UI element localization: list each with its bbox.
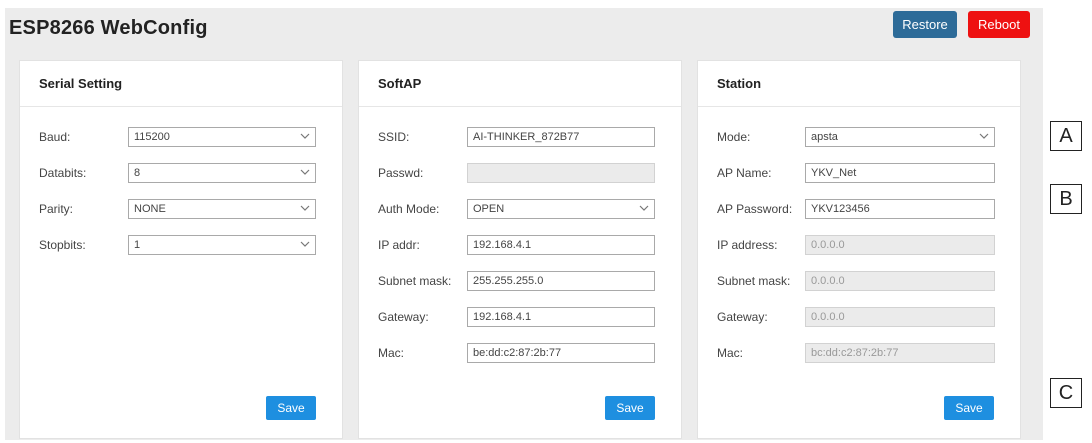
subnet-mask-label: Subnet mask: bbox=[378, 274, 452, 288]
subnet-mask-input[interactable]: 255.255.255.0 bbox=[467, 271, 655, 291]
baud-label: Baud: bbox=[39, 130, 71, 144]
page-title: ESP8266 WebConfig bbox=[9, 17, 208, 39]
station-panel: Station Mode: apsta AP Name: YKV_Net AP … bbox=[697, 60, 1021, 439]
station-subnet-mask-label: Subnet mask: bbox=[717, 274, 791, 288]
auth-mode-label: Auth Mode: bbox=[378, 202, 440, 216]
serial-setting-panel: Serial Setting Baud: 115200 Databits: 8 … bbox=[19, 60, 343, 439]
auth-mode-value: OPEN bbox=[473, 203, 505, 215]
stopbits-label: Stopbits: bbox=[39, 238, 86, 252]
databits-label: Databits: bbox=[39, 166, 87, 180]
parity-value: NONE bbox=[134, 203, 166, 215]
softap-save-button[interactable]: Save bbox=[605, 396, 655, 420]
mac-input[interactable]: be:dd:c2:87:2b:77 bbox=[467, 343, 655, 363]
marker-a: A bbox=[1050, 121, 1082, 151]
passwd-label: Passwd: bbox=[378, 166, 424, 180]
stopbits-select[interactable]: 1 bbox=[128, 235, 316, 255]
stopbits-value: 1 bbox=[134, 239, 141, 251]
mac-label: Mac: bbox=[378, 346, 405, 360]
mode-select[interactable]: apsta bbox=[805, 127, 995, 147]
marker-c: C bbox=[1050, 378, 1082, 408]
passwd-input bbox=[467, 163, 655, 183]
chevron-down-icon bbox=[300, 169, 310, 175]
ap-name-label: AP Name: bbox=[717, 166, 772, 180]
restore-button[interactable]: Restore bbox=[893, 11, 957, 38]
marker-b: B bbox=[1050, 184, 1082, 214]
ip-address-label: IP address: bbox=[717, 238, 778, 252]
ip-addr-label: IP addr: bbox=[378, 238, 420, 252]
parity-label: Parity: bbox=[39, 202, 74, 216]
chevron-down-icon bbox=[300, 133, 310, 139]
databits-select[interactable]: 8 bbox=[128, 163, 316, 183]
station-header: Station bbox=[698, 61, 1020, 107]
auth-mode-select[interactable]: OPEN bbox=[467, 199, 655, 219]
databits-value: 8 bbox=[134, 167, 141, 179]
chevron-down-icon bbox=[300, 241, 310, 247]
station-subnet-mask-input: 0.0.0.0 bbox=[805, 271, 995, 291]
ip-address-input: 0.0.0.0 bbox=[805, 235, 995, 255]
gateway-label: Gateway: bbox=[378, 310, 429, 324]
ssid-input[interactable]: AI-THINKER_872B77 bbox=[467, 127, 655, 147]
station-title: Station bbox=[717, 76, 762, 91]
ip-addr-input[interactable]: 192.168.4.1 bbox=[467, 235, 655, 255]
station-save-button[interactable]: Save bbox=[944, 396, 994, 420]
reboot-button[interactable]: Reboot bbox=[968, 11, 1030, 38]
station-mac-input: bc:dd:c2:87:2b:77 bbox=[805, 343, 995, 363]
baud-select[interactable]: 115200 bbox=[128, 127, 316, 147]
station-mac-label: Mac: bbox=[717, 346, 744, 360]
serial-setting-header: Serial Setting bbox=[20, 61, 342, 107]
serial-setting-title: Serial Setting bbox=[39, 76, 123, 91]
softap-title: SoftAP bbox=[378, 76, 422, 91]
ap-name-input[interactable]: YKV_Net bbox=[805, 163, 995, 183]
softap-header: SoftAP bbox=[359, 61, 681, 107]
ap-password-label: AP Password: bbox=[717, 202, 793, 216]
baud-value: 115200 bbox=[134, 131, 170, 143]
mode-value: apsta bbox=[811, 131, 838, 143]
parity-select[interactable]: NONE bbox=[128, 199, 316, 219]
chevron-down-icon bbox=[639, 205, 649, 211]
gateway-input[interactable]: 192.168.4.1 bbox=[467, 307, 655, 327]
serial-save-button[interactable]: Save bbox=[266, 396, 316, 420]
app-window: ESP8266 WebConfig Restore Reboot Serial … bbox=[5, 8, 1043, 440]
chevron-down-icon bbox=[300, 205, 310, 211]
chevron-down-icon bbox=[979, 133, 989, 139]
softap-panel: SoftAP SSID: AI-THINKER_872B77 Passwd: A… bbox=[358, 60, 682, 439]
mode-label: Mode: bbox=[717, 130, 751, 144]
ssid-label: SSID: bbox=[378, 130, 410, 144]
station-gateway-label: Gateway: bbox=[717, 310, 768, 324]
ap-password-input[interactable]: YKV123456 bbox=[805, 199, 995, 219]
station-gateway-input: 0.0.0.0 bbox=[805, 307, 995, 327]
